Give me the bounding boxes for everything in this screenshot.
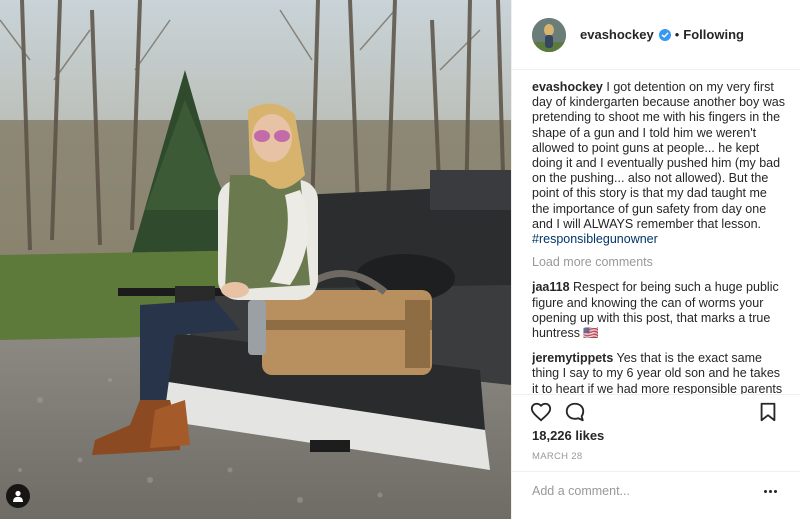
header-separator: •: [674, 27, 680, 42]
user-tag-button[interactable]: [6, 484, 30, 508]
post-actions-bar: [512, 394, 800, 424]
add-comment-input[interactable]: [532, 484, 752, 498]
like-count[interactable]: 18,226 likes: [532, 428, 604, 443]
user-tag-icon: [13, 490, 23, 502]
add-comment-row: [512, 471, 800, 511]
more-options-icon[interactable]: [758, 483, 782, 499]
comment-item: jeremytippets Yes that is the exact same…: [532, 351, 787, 394]
comment-item: jaa118 Respect for being such a huge pub…: [532, 280, 787, 341]
comment-username[interactable]: jaa118: [532, 280, 570, 294]
post-date[interactable]: MARCH 28: [532, 451, 582, 462]
caption-text: I got detention on my very first day of …: [532, 80, 785, 231]
bookmark-icon[interactable]: [757, 401, 779, 423]
comment-bubble-icon[interactable]: [564, 401, 586, 423]
post-side-panel: evashockey • Following evashockey I got …: [511, 0, 800, 519]
heart-icon[interactable]: [530, 401, 552, 423]
post-header: evashockey • Following: [512, 0, 800, 70]
instagram-post: evashockey • Following evashockey I got …: [0, 0, 800, 519]
caption-hashtag[interactable]: #responsiblegunowner: [532, 232, 658, 246]
caption-username[interactable]: evashockey: [532, 80, 603, 94]
comment-username[interactable]: jeremytippets: [532, 351, 613, 365]
post-photo[interactable]: [0, 0, 511, 519]
load-more-comments-link[interactable]: Load more comments: [532, 255, 787, 270]
comments-list: evashockey I got detention on my very fi…: [532, 80, 787, 394]
avatar[interactable]: [532, 17, 566, 52]
post-author-username[interactable]: evashockey: [580, 27, 654, 42]
verified-badge-icon: [658, 28, 671, 41]
following-button[interactable]: Following: [683, 27, 744, 42]
caption: evashockey I got detention on my very fi…: [532, 80, 787, 247]
